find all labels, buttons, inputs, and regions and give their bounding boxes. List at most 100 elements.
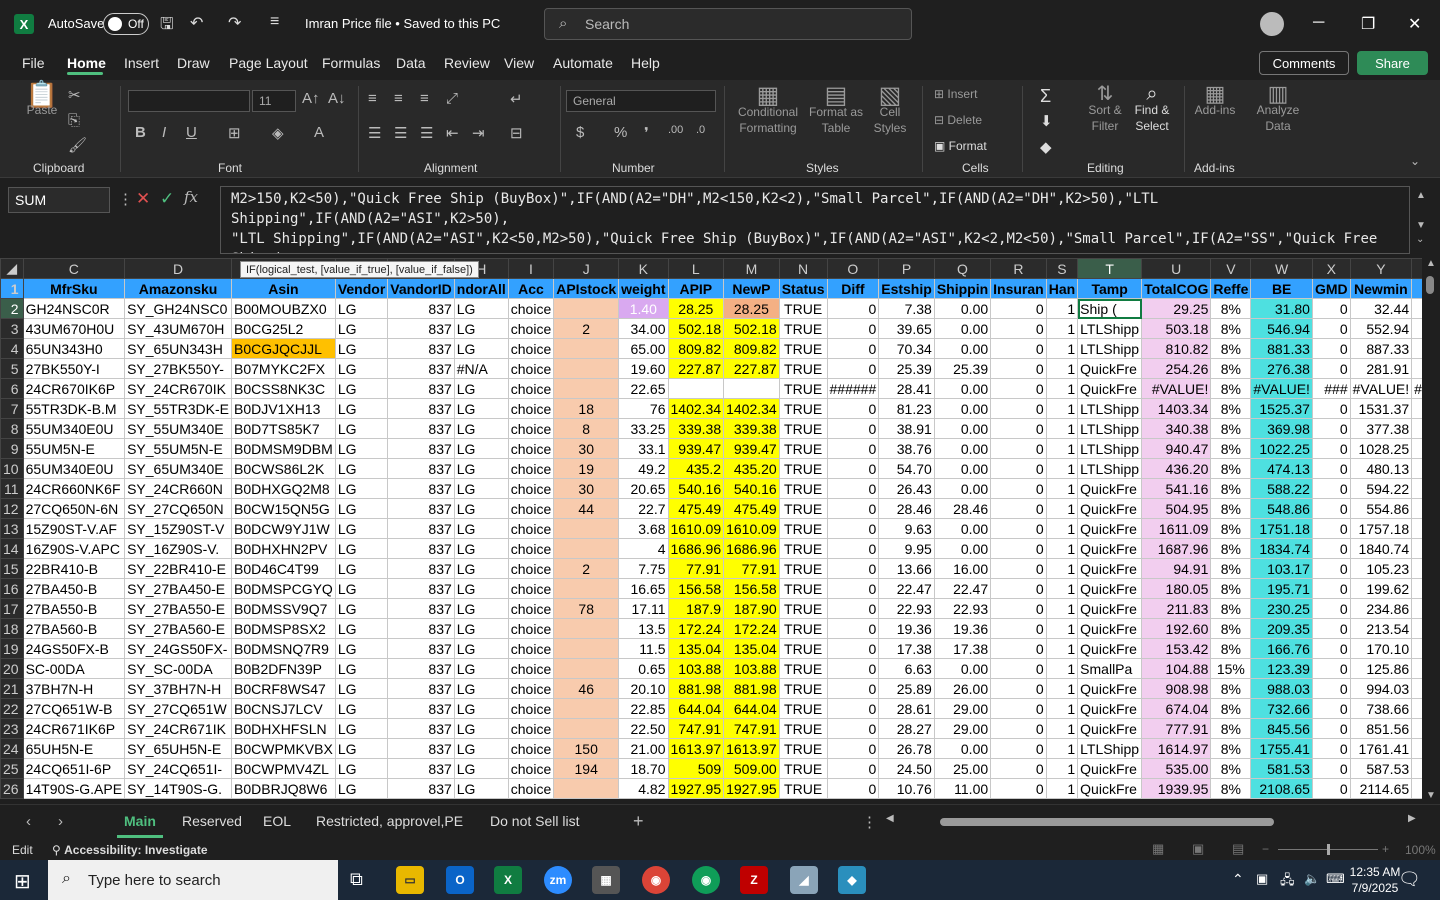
filezilla-icon[interactable]: Z [740, 866, 768, 894]
cell[interactable]: 1927.95 [723, 778, 780, 799]
cell[interactable]: 0 [826, 578, 880, 599]
cell[interactable]: 15% [1210, 658, 1252, 679]
cell[interactable]: 509 [667, 758, 725, 779]
cell[interactable]: 738.66 [1349, 698, 1413, 719]
cell[interactable]: 8% [1210, 298, 1252, 319]
cell[interactable] [723, 378, 780, 399]
cell[interactable]: LG [453, 318, 509, 339]
cell[interactable]: 8% [1210, 358, 1252, 379]
cell[interactable]: LG [334, 758, 389, 779]
merge-center-icon[interactable]: ⊟ [510, 124, 523, 142]
cell[interactable]: 0 [1311, 758, 1351, 779]
orientation-icon[interactable]: ⤢ [446, 90, 458, 107]
zoom-out-icon[interactable]: − [1262, 842, 1269, 856]
column-header-q[interactable]: Q [933, 258, 992, 279]
cell[interactable]: 340.38 [1141, 418, 1212, 439]
cell[interactable]: 8% [1210, 718, 1252, 739]
format-as-table-button[interactable]: ▤ Format as Table [808, 84, 864, 136]
cell[interactable]: 908.98 [1141, 678, 1212, 699]
cell[interactable]: 199.62 [1349, 578, 1413, 599]
cell[interactable]: 153.42 [1141, 638, 1212, 659]
cell[interactable]: 851.56 [1349, 718, 1413, 739]
cell[interactable]: SY_43UM670H [124, 318, 233, 339]
cell[interactable]: choice [507, 678, 555, 699]
cell[interactable]: TRUE [778, 298, 828, 319]
cell[interactable]: 172.24 [667, 618, 725, 639]
taskbar-search-input[interactable]: ⌕ Type here to search [48, 860, 338, 900]
column-header-t[interactable]: T [1077, 258, 1143, 279]
cell[interactable]: 5.52 [1411, 458, 1422, 479]
cell[interactable]: QuickFre [1077, 758, 1143, 779]
cell[interactable]: 81.23 [878, 398, 935, 419]
cell[interactable]: SY_16Z90S-V. [124, 538, 233, 559]
cell[interactable]: 77.91 [667, 558, 725, 579]
select-all-corner[interactable]: ◢ [0, 258, 24, 279]
cell[interactable]: 156.58 [667, 578, 725, 599]
cell[interactable]: LG [334, 378, 389, 399]
cell[interactable]: 0.00 [933, 398, 992, 419]
cell[interactable]: 0 [1311, 398, 1351, 419]
cell[interactable]: 837 [387, 698, 455, 719]
cell[interactable]: 0 [1311, 458, 1351, 479]
cell[interactable]: 0.00 [933, 738, 992, 759]
cell[interactable]: 837 [387, 578, 455, 599]
cell[interactable]: LG [334, 318, 389, 339]
cell[interactable]: B0DJV1XH13 [231, 398, 336, 419]
cell[interactable]: 7.38 [878, 298, 935, 319]
tab-insert[interactable]: Insert [124, 55, 159, 71]
cell[interactable]: 541.16 [1141, 478, 1212, 499]
cell[interactable]: 435.20 [723, 458, 780, 479]
cell[interactable]: 0.00 [933, 418, 992, 439]
cell[interactable]: 32.44 [1349, 298, 1413, 319]
cancel-icon[interactable]: ✕ [136, 189, 150, 209]
cell[interactable]: 0 [1311, 318, 1351, 339]
calculator-icon[interactable]: ▦ [592, 866, 620, 894]
cell[interactable]: 8% [1210, 598, 1252, 619]
row-header[interactable]: 3 [0, 318, 24, 339]
column-title[interactable]: GMD [1311, 278, 1351, 299]
cell[interactable]: 369.98 [1250, 418, 1313, 439]
cell[interactable]: TRUE [778, 758, 828, 779]
cell[interactable]: 837 [387, 498, 455, 519]
minimize-icon[interactable]: ─ [1313, 14, 1324, 32]
cell[interactable]: 0 [990, 418, 1047, 439]
cell[interactable]: 0 [1311, 698, 1351, 719]
cell[interactable]: 0 [826, 398, 880, 419]
row-header[interactable]: 20 [0, 658, 24, 679]
cell[interactable]: choice [507, 378, 555, 399]
cell[interactable]: 0 [990, 758, 1047, 779]
cell[interactable]: 0 [990, 738, 1047, 759]
cell[interactable]: LG [453, 338, 509, 359]
cell[interactable]: 8% [1210, 518, 1252, 539]
cell[interactable]: 0 [1311, 718, 1351, 739]
cell[interactable]: LG [334, 398, 389, 419]
cell[interactable]: 1 [1045, 298, 1079, 319]
cell[interactable]: 837 [387, 298, 455, 319]
cell[interactable]: 887.33 [1349, 338, 1413, 359]
fill-icon[interactable]: ⬇ [1040, 112, 1053, 130]
cell[interactable]: 1 [1045, 318, 1079, 339]
cell[interactable]: choice [507, 758, 555, 779]
share-button[interactable]: Share [1357, 51, 1428, 75]
cell[interactable]: 104.88 [1141, 658, 1212, 679]
cell[interactable]: 105.23 [1349, 558, 1413, 579]
cell[interactable]: SY_24CQ651I- [124, 758, 233, 779]
cell[interactable]: 8% [1210, 758, 1252, 779]
cell[interactable]: 0 [826, 618, 880, 639]
cell[interactable]: 30 [553, 438, 620, 459]
cell[interactable]: 5.52 [1411, 438, 1422, 459]
cell[interactable]: 581.53 [1250, 758, 1313, 779]
cell[interactable]: 1761.41 [1349, 738, 1413, 759]
cell[interactable]: 587.53 [1349, 758, 1413, 779]
cell[interactable]: 8% [1210, 378, 1252, 399]
avatar[interactable] [1260, 12, 1284, 36]
cell[interactable]: 0 [826, 438, 880, 459]
cell[interactable]: 480.13 [1349, 458, 1413, 479]
align-right-icon[interactable]: ☰ [420, 124, 433, 142]
align-bottom-icon[interactable]: ≡ [420, 90, 429, 107]
cell[interactable]: 1 [1045, 438, 1079, 459]
cell[interactable]: SY_24CR670IK [124, 378, 233, 399]
cell[interactable]: 0 [1311, 658, 1351, 679]
cell[interactable]: LG [334, 518, 389, 539]
cell[interactable]: LG [334, 618, 389, 639]
